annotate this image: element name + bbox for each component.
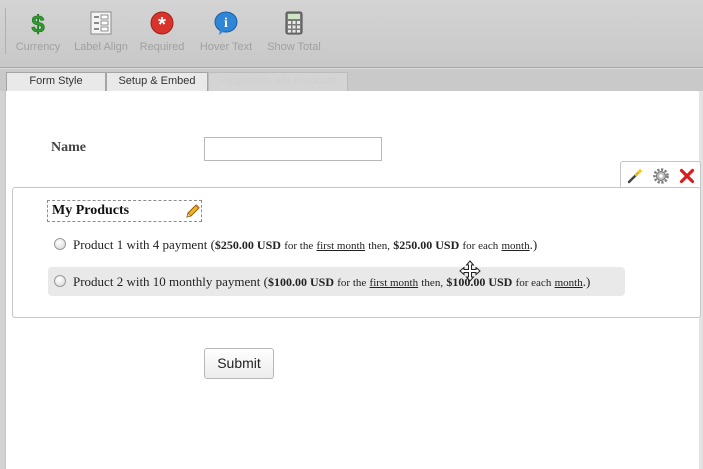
product-2-radio[interactable] [54,275,66,287]
move-cursor-icon [459,260,481,282]
paren-close: .) [529,237,538,252]
for-each-text: for each [515,277,552,289]
product-1-period-recurring: month [501,240,530,252]
field-tools [620,161,701,188]
product-2-period-first: first month [369,277,419,289]
gear-icon[interactable] [652,167,670,185]
product-1-price-first: $250.00 USD [214,238,281,252]
svg-text:*: * [158,14,166,36]
product-1-name: Product 1 with 4 payment [73,237,208,252]
dollar-icon: $ [31,11,46,36]
product-option-1[interactable]: Product 1 with 4 payment ($250.00 USD fo… [48,230,588,259]
for-the-text: for the [284,240,314,252]
hover-text-label: Hover Text [199,41,253,53]
name-input[interactable] [204,137,382,161]
product-2-period-recurring: month [554,277,583,289]
tab-setup-embed[interactable]: Setup & Embed [106,72,208,91]
pencil-icon[interactable] [184,202,202,220]
product-option-2[interactable]: Product 2 with 10 monthly payment ($100.… [48,267,625,296]
then-text: then, [421,277,444,289]
required-icon: * [150,11,174,36]
required-label: Required [139,41,185,53]
product-2-name: Product 2 with 10 monthly payment [73,274,261,289]
product-1-period-first: first month [316,240,366,252]
paren-close: .) [582,274,591,289]
currency-label: Currency [15,41,61,53]
label-align-label: Label Align [74,41,128,53]
hover-text-button[interactable]: i Hover Text [194,10,258,58]
show-total-button[interactable]: Show Total [264,10,324,58]
name-label: Name [51,140,86,155]
magic-wand-icon[interactable] [626,167,644,185]
toolbar-divider [5,8,6,54]
product-1-text: Product 1 with 4 payment ($250.00 USD fo… [73,237,537,253]
tab-form-style[interactable]: Form Style [6,72,106,91]
toolbar: $ Currency Label Align * Required i Hove… [0,0,703,68]
label-align-icon [90,11,112,35]
products-title[interactable]: My Products [47,200,202,222]
label-align-button[interactable]: Label Align [70,10,132,58]
product-1-price-recurring: $250.00 USD [393,238,460,252]
info-icon: i [214,11,238,35]
for-each-text: for each [462,240,499,252]
product-2-text: Product 2 with 10 monthly payment ($100.… [73,274,590,290]
tab-properties[interactable]: Properties: My Products [208,72,348,91]
for-the-text: for the [337,277,367,289]
product-2-price-first: $100.00 USD [268,275,335,289]
product-1-radio[interactable] [54,238,66,250]
calculator-icon [285,11,303,35]
then-text: then, [368,240,390,252]
required-button[interactable]: * Required [136,10,188,58]
close-icon[interactable] [678,167,696,185]
submit-button[interactable]: Submit [204,348,274,379]
svg-text:$: $ [31,11,45,36]
svg-text:i: i [224,16,228,31]
show-total-label: Show Total [267,41,321,53]
currency-button[interactable]: $ Currency [10,10,66,58]
